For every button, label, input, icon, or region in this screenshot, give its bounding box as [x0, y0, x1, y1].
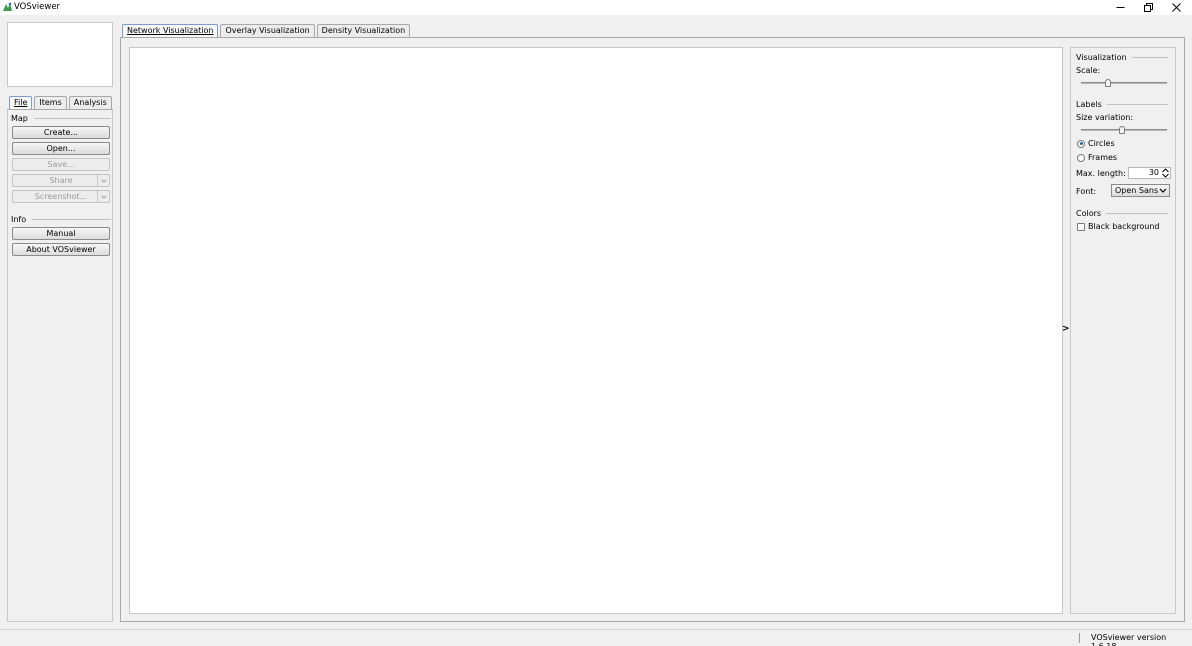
minimize-button[interactable]	[1106, 0, 1134, 15]
visualization-group-title: Visualization	[1076, 53, 1127, 62]
share-button[interactable]: Share	[12, 174, 110, 187]
share-dropdown[interactable]	[97, 175, 109, 186]
tab-overlay-visualization[interactable]: Overlay Visualization	[220, 24, 315, 37]
circles-option[interactable]: Circles	[1077, 139, 1115, 148]
tab-items[interactable]: Items	[34, 96, 67, 109]
labels-group-title: Labels	[1076, 100, 1102, 109]
version-text: VOSviewer version 1.6.18	[1091, 633, 1167, 646]
save-button-label: Save...	[47, 160, 75, 169]
visualization-tab-bar: Network Visualization Overlay Visualizat…	[122, 24, 411, 38]
minimize-icon	[1116, 7, 1124, 8]
max-length-value: 30	[1148, 168, 1159, 177]
colors-group-header: Colors	[1076, 209, 1168, 218]
restore-button[interactable]	[1134, 0, 1162, 15]
tab-network-label: Network Visualization	[127, 26, 214, 35]
manual-button-label: Manual	[46, 229, 76, 238]
tab-analysis[interactable]: Analysis	[68, 96, 112, 109]
share-button-label: Share	[49, 176, 73, 185]
file-tab-content: Map Create... Open... Save... Share Scre…	[7, 110, 113, 622]
scale-slider-handle[interactable]	[1105, 79, 1111, 87]
font-label: Font:	[1076, 187, 1097, 196]
close-icon	[1171, 3, 1181, 12]
manual-button[interactable]: Manual	[12, 227, 110, 240]
left-panel: File Items Analysis Map Create... Open..…	[7, 22, 114, 622]
black-background-checkbox[interactable]	[1077, 222, 1085, 231]
scale-slider[interactable]	[1081, 79, 1167, 87]
left-tab-bar: File Items Analysis	[9, 96, 112, 110]
tab-density-label: Density Visualization	[321, 26, 406, 35]
black-background-label: Black background	[1088, 222, 1160, 231]
options-panel: Visualization Scale: Labels Size variati…	[1070, 47, 1176, 614]
chevron-down-icon	[1159, 188, 1167, 193]
tab-overlay-label: Overlay Visualization	[225, 26, 310, 35]
chevron-down-icon	[100, 178, 107, 183]
open-button-label: Open...	[46, 144, 76, 153]
status-separator	[1079, 633, 1080, 643]
black-background-option[interactable]: Black background	[1077, 222, 1160, 231]
labels-group-header: Labels	[1076, 100, 1168, 109]
max-length-label: Max. length:	[1076, 169, 1126, 178]
max-length-spinner[interactable]: 30	[1128, 167, 1171, 179]
title-bar: VOSviewer	[0, 0, 1192, 15]
open-button[interactable]: Open...	[12, 142, 110, 155]
tab-file-label: File	[14, 98, 28, 107]
size-variation-slider-handle[interactable]	[1119, 126, 1126, 134]
tab-file[interactable]: File	[9, 96, 33, 109]
about-button[interactable]: About VOSviewer	[12, 243, 110, 256]
about-button-label: About VOSviewer	[26, 245, 96, 254]
circles-radio[interactable]	[1077, 139, 1085, 148]
tab-network-visualization[interactable]: Network Visualization	[122, 24, 219, 37]
restore-icon	[1143, 3, 1153, 12]
frames-option[interactable]: Frames	[1077, 153, 1117, 162]
screenshot-button[interactable]: Screenshot...	[12, 190, 110, 203]
info-group-title: Info	[11, 215, 27, 224]
tab-density-visualization[interactable]: Density Visualization	[316, 24, 411, 37]
map-group-header: Map	[11, 114, 111, 123]
tab-analysis-label: Analysis	[73, 98, 107, 107]
create-button[interactable]: Create...	[12, 126, 110, 139]
circles-label: Circles	[1088, 139, 1115, 148]
info-group-header: Info	[11, 215, 111, 224]
chevron-down-icon	[100, 194, 107, 199]
map-canvas[interactable]	[129, 47, 1063, 614]
size-variation-label: Size variation:	[1076, 113, 1134, 122]
save-button[interactable]: Save...	[12, 158, 110, 171]
panel-toggle-button[interactable]: >	[1062, 324, 1070, 334]
vosviewer-logo-icon	[3, 2, 12, 11]
colors-group-title: Colors	[1076, 209, 1102, 218]
scale-label: Scale:	[1076, 66, 1101, 75]
status-bar: VOSviewer version 1.6.18	[0, 629, 1192, 646]
map-group-title: Map	[11, 114, 28, 123]
map-overview-thumbnail[interactable]	[7, 22, 113, 87]
frames-radio[interactable]	[1077, 153, 1085, 162]
frames-label: Frames	[1088, 153, 1118, 162]
close-button[interactable]	[1162, 0, 1190, 15]
spinner-arrows-icon[interactable]	[1161, 167, 1170, 179]
tab-items-label: Items	[39, 98, 62, 107]
window-title: VOSviewer	[14, 2, 61, 12]
font-select[interactable]: Open Sans	[1111, 184, 1170, 197]
visualization-group-header: Visualization	[1076, 53, 1168, 62]
font-select-value: Open Sans	[1115, 186, 1159, 195]
scale-slider-track	[1081, 82, 1167, 84]
screenshot-button-label: Screenshot...	[34, 192, 88, 201]
size-variation-slider[interactable]	[1081, 126, 1167, 134]
create-button-label: Create...	[43, 128, 79, 137]
screenshot-dropdown[interactable]	[97, 191, 109, 202]
